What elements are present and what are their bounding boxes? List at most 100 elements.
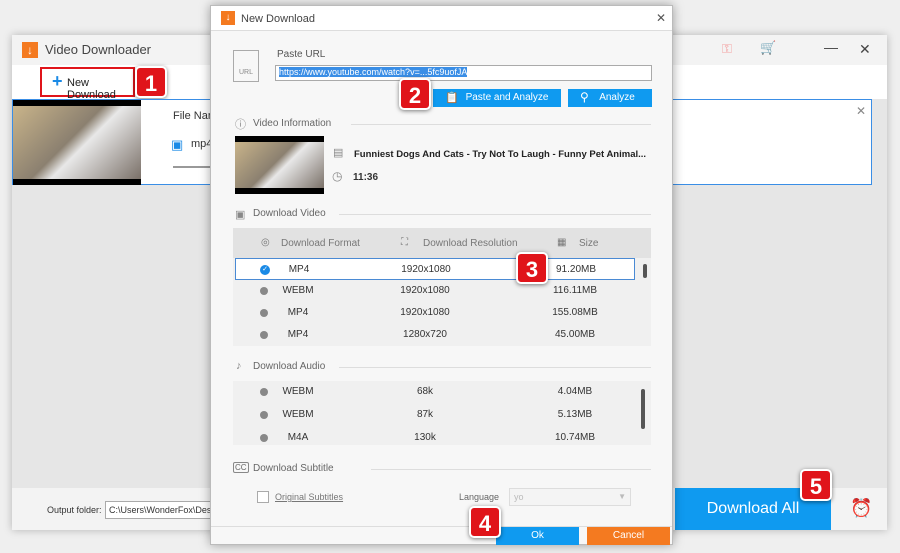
row-bitrate: 130k — [414, 432, 436, 443]
video-row[interactable]: MP4 1920x1080 155.08MB — [235, 302, 635, 324]
radio-dot-icon — [260, 309, 268, 317]
audio-row[interactable]: WEBM 87k 5.13MB — [235, 404, 635, 426]
radio-dot-icon — [260, 331, 268, 339]
row-format: WEBM — [282, 409, 314, 420]
audio-format-list: WEBM 68k 4.04MB WEBM 87k 5.13MB M4A 130k 10.74… — [233, 381, 651, 445]
row-format: M4A — [287, 432, 309, 443]
paste-and-analyze-button[interactable]: 📋 Paste and Analyze — [433, 89, 561, 107]
cancel-button[interactable]: Cancel — [587, 527, 670, 545]
selected-check-icon: ✓ — [260, 265, 270, 275]
video-thumbnail — [13, 100, 141, 185]
video-section-icon: ▣ — [235, 209, 246, 221]
remove-item-icon[interactable]: ✕ — [856, 104, 866, 118]
row-size: 4.04MB — [557, 386, 593, 397]
header-size: Size — [579, 238, 599, 249]
video-row[interactable]: ✓ MP4 1920x1080 91.20MB — [235, 258, 635, 280]
ok-button[interactable]: Ok — [496, 527, 579, 545]
alarm-clock-icon[interactable]: ⏰ — [850, 498, 872, 519]
header-resolution: Download Resolution — [423, 238, 518, 249]
video-title: Funniest Dogs And Cats - Try Not To Laug… — [354, 149, 647, 160]
header-format: Download Format — [281, 238, 360, 249]
size-icon: ▦ — [557, 237, 567, 248]
radio-dot-icon — [260, 411, 268, 419]
step-badge-4: 4 — [469, 506, 501, 538]
close-button[interactable]: ✕ — [859, 41, 871, 58]
dialog-title: New Download — [241, 13, 315, 25]
row-resolution: 1920x1080 — [400, 307, 450, 318]
language-select[interactable]: yo ▼ — [509, 488, 631, 506]
row-size: 45.00MB — [554, 329, 596, 340]
row-resolution: 1280x720 — [403, 329, 447, 340]
radio-dot-icon — [260, 287, 268, 295]
row-size: 5.13MB — [557, 409, 593, 420]
dialog-title-bar: ↓ New Download ✕ — [211, 6, 672, 31]
row-format: MP4 — [288, 264, 310, 275]
info-icon: ⓘ — [235, 119, 246, 131]
chevron-down-icon: ▼ — [618, 492, 626, 501]
app-title: Video Downloader — [45, 42, 151, 57]
output-folder-input[interactable]: C:\Users\WonderFox\Desktop — [105, 501, 225, 519]
original-subtitles-checkbox[interactable] — [257, 491, 269, 503]
row-format: WEBM — [282, 285, 314, 296]
divider — [371, 469, 651, 470]
language-value: yo — [514, 492, 524, 502]
paste-url-label: Paste URL — [277, 49, 326, 60]
app-logo-icon: ↓ — [221, 11, 235, 25]
step-badge-2: 2 — [399, 78, 431, 110]
new-download-button[interactable]: + New Download — [40, 67, 135, 101]
row-resolution: 1920x1080 — [400, 285, 450, 296]
cart-icon[interactable]: 🛒 — [760, 40, 776, 56]
new-download-label: New Download — [67, 77, 116, 101]
format-icon: ◎ — [261, 237, 270, 248]
app-logo-icon: ↓ — [22, 42, 38, 58]
url-input[interactable]: https://www.youtube.com/watch?v=...5fc9u… — [275, 65, 652, 81]
paste-analyze-label: Paste and Analyze — [465, 92, 549, 103]
video-row[interactable]: WEBM 1920x1080 116.11MB — [235, 280, 635, 302]
video-format-list: ✓ MP4 1920x1080 91.20MB WEBM 1920x1080 116.11… — [233, 258, 651, 346]
download-video-heading: Download Video — [253, 208, 326, 219]
download-audio-heading: Download Audio — [253, 361, 326, 372]
new-download-dialog: ↓ New Download ✕ URL Paste URL https://w… — [210, 5, 673, 545]
row-size: 91.20MB — [555, 264, 597, 275]
audio-list-scrollbar[interactable] — [641, 389, 645, 429]
video-thumbnail — [235, 136, 324, 194]
divider — [339, 214, 651, 215]
step-badge-1: 1 — [135, 66, 167, 98]
radio-dot-icon — [260, 388, 268, 396]
step-badge-3: 3 — [516, 252, 548, 284]
divider — [351, 124, 651, 125]
dialog-close-button[interactable]: ✕ — [656, 11, 666, 25]
minimize-button[interactable]: — — [824, 39, 838, 55]
video-table-header: ◎ Download Format ⛶ Download Resolution … — [233, 228, 651, 258]
original-subtitles-label[interactable]: Original Subtitles — [275, 492, 343, 502]
music-note-icon: ♪ — [236, 360, 242, 372]
video-list-scrollbar[interactable] — [643, 264, 647, 278]
video-row[interactable]: MP4 1280x720 45.00MB — [235, 324, 635, 346]
step-badge-5: 5 — [800, 469, 832, 501]
paste-search-icon: 📋 — [445, 92, 459, 104]
row-size: 116.11MB — [552, 285, 598, 296]
row-resolution: 1920x1080 — [401, 264, 451, 275]
closed-caption-icon: CC — [233, 462, 249, 473]
row-size: 10.74MB — [554, 432, 596, 443]
row-format: MP4 — [287, 329, 309, 340]
resolution-icon: ⛶ — [401, 237, 408, 248]
audio-row[interactable]: M4A 130k 10.74MB — [235, 427, 635, 445]
plus-icon: + — [52, 71, 63, 91]
row-format: MP4 — [287, 307, 309, 318]
document-icon: ▤ — [333, 147, 344, 159]
progress-bar — [173, 166, 213, 168]
download-subtitle-heading: Download Subtitle — [253, 463, 334, 474]
video-info-heading: Video Information — [253, 118, 332, 129]
row-bitrate: 68k — [416, 386, 434, 397]
search-icon: ⚲ — [580, 90, 589, 104]
analyze-label: Analyze — [599, 92, 635, 103]
radio-dot-icon — [260, 434, 268, 442]
analyze-button[interactable]: ⚲ Analyze — [568, 89, 652, 107]
clock-icon: ◷ — [332, 169, 343, 183]
row-size: 155.08MB — [552, 307, 598, 318]
row-format: WEBM — [282, 386, 314, 397]
row-bitrate: 87k — [416, 409, 434, 420]
audio-row[interactable]: WEBM 68k 4.04MB — [235, 381, 635, 403]
key-icon[interactable]: ⚿ — [722, 41, 732, 57]
